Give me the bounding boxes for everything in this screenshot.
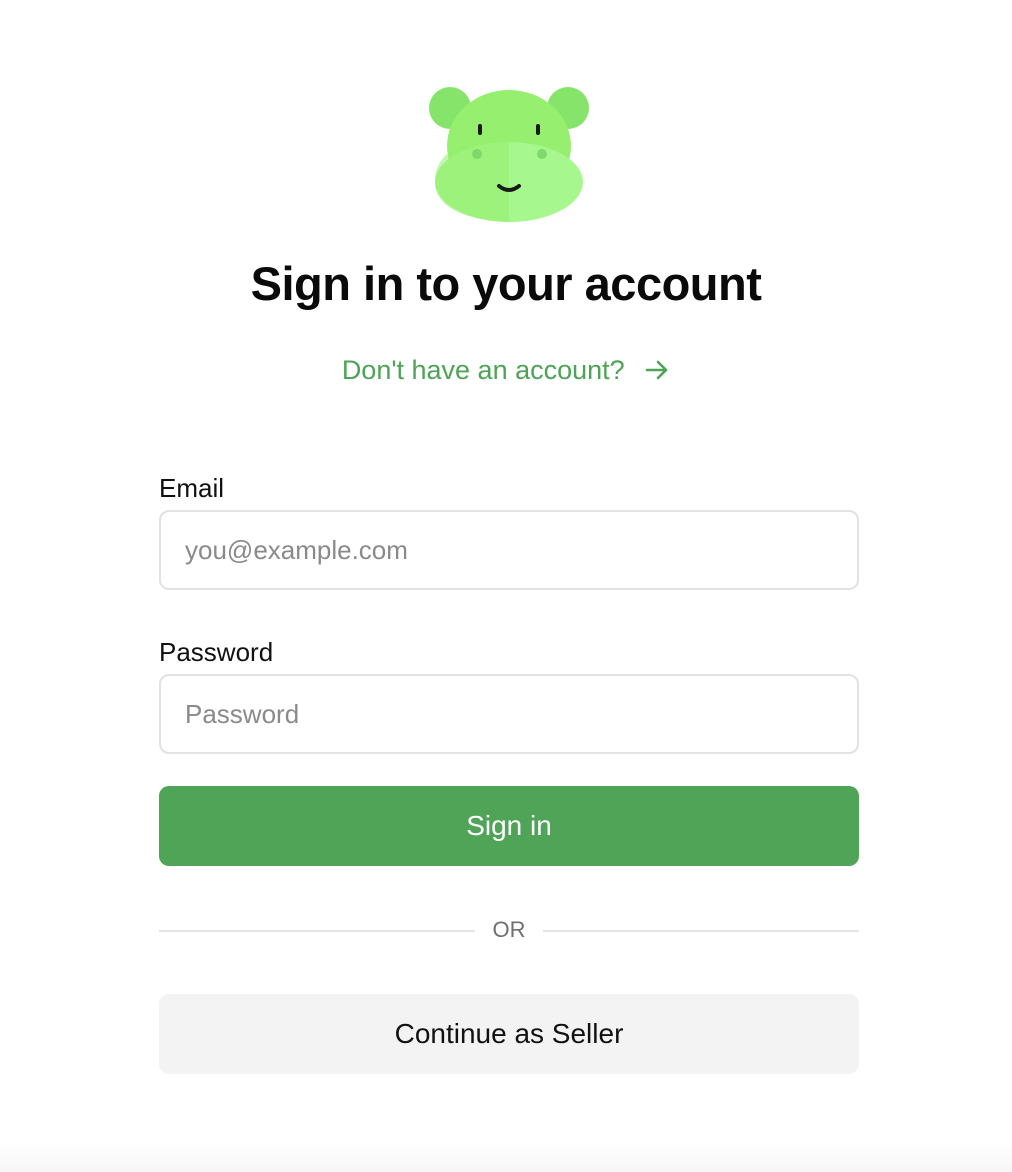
sign-in-button[interactable]: Sign in (159, 786, 859, 866)
divider-line-right (543, 930, 859, 932)
or-divider: OR (159, 912, 859, 948)
arrow-right-icon (645, 360, 668, 380)
bottom-fade (0, 1142, 1012, 1172)
email-label: Email (159, 473, 225, 503)
password-field[interactable] (159, 674, 859, 754)
sign-in-page: Sign in to your account Don't have an ac… (0, 0, 1012, 1172)
password-label: Password (159, 637, 274, 667)
hippo-logo-icon (429, 87, 589, 222)
email-field[interactable] (159, 510, 859, 590)
signup-link[interactable]: Don't have an account? (0, 352, 1012, 388)
signup-link-label: Don't have an account? (341, 355, 625, 385)
continue-as-seller-button[interactable]: Continue as Seller (159, 994, 859, 1074)
page-title: Sign in to your account (250, 257, 762, 310)
